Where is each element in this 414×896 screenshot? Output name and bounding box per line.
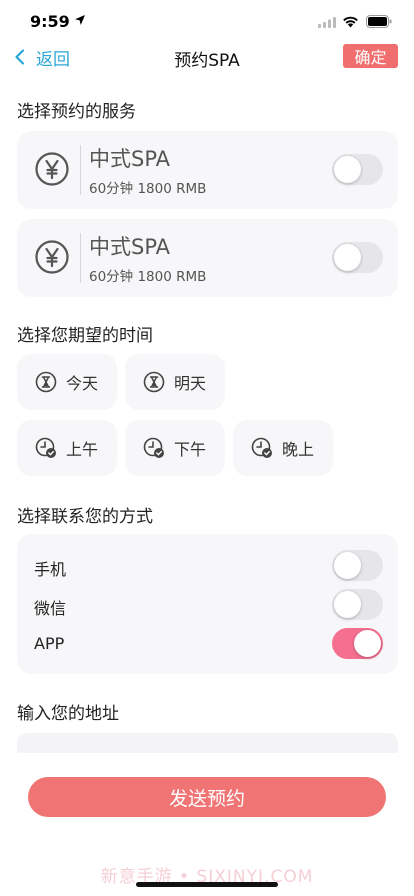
contact-label-app: APP [34, 634, 65, 653]
contact-method-list: 手机 微信 APP [17, 534, 398, 674]
service-name: 中式SPA [89, 235, 171, 259]
wifi-icon [343, 16, 358, 28]
service-toggle[interactable] [332, 154, 383, 185]
service-toggle[interactable] [332, 242, 383, 273]
chip-label: 明天 [174, 374, 207, 393]
day-chip-tomorrow[interactable]: 明天 [125, 354, 225, 410]
home-indicator[interactable] [136, 882, 278, 887]
service-card[interactable]: 中式SPA 60分钟 1800 RMB [17, 219, 398, 297]
toggle-knob [334, 244, 361, 271]
card-divider [80, 145, 81, 195]
toggle-knob [334, 552, 361, 579]
service-detail: 60分钟 1800 RMB [89, 269, 207, 285]
cellular-signal-icon [318, 17, 336, 28]
contact-section-title: 选择联系您的方式 [17, 507, 153, 527]
chip-label: 下午 [174, 440, 207, 459]
chip-label: 今天 [66, 374, 99, 393]
yen-coin-icon [35, 240, 69, 274]
service-detail: 60分钟 1800 RMB [89, 181, 207, 197]
phone-toggle[interactable] [332, 550, 383, 581]
toggle-knob [354, 630, 381, 657]
toggle-knob [334, 156, 361, 183]
clock-check-icon [251, 437, 272, 458]
card-divider [80, 233, 81, 283]
clock-check-icon [143, 437, 164, 458]
day-chip-today[interactable]: 今天 [17, 354, 117, 410]
service-name: 中式SPA [89, 147, 171, 171]
period-chip-evening[interactable]: 晚上 [233, 420, 333, 476]
app-toggle[interactable] [332, 628, 383, 659]
hourglass-icon [143, 371, 165, 393]
status-bar: 9:59 [0, 0, 414, 44]
confirm-button[interactable]: 确定 [343, 44, 398, 68]
location-arrow-icon [75, 15, 85, 25]
period-chip-morning[interactable]: 上午 [17, 420, 117, 476]
chip-label: 晚上 [282, 440, 315, 459]
wechat-toggle[interactable] [332, 589, 383, 620]
period-chip-afternoon[interactable]: 下午 [125, 420, 225, 476]
yen-coin-icon [35, 152, 69, 186]
send-booking-button[interactable]: 发送预约 [28, 777, 386, 817]
clock-check-icon [35, 437, 56, 458]
address-input[interactable] [17, 733, 398, 753]
status-time: 9:59 [30, 12, 70, 31]
chip-label: 上午 [66, 440, 99, 459]
toggle-knob [334, 591, 361, 618]
address-section-title: 输入您的地址 [17, 704, 119, 724]
contact-label-wechat: 微信 [34, 599, 67, 618]
service-card[interactable]: 中式SPA 60分钟 1800 RMB [17, 131, 398, 209]
battery-icon [366, 15, 392, 28]
time-section-title: 选择您期望的时间 [17, 326, 153, 346]
service-section-title: 选择预约的服务 [17, 102, 136, 122]
contact-label-phone: 手机 [34, 560, 67, 579]
hourglass-icon [35, 371, 57, 393]
